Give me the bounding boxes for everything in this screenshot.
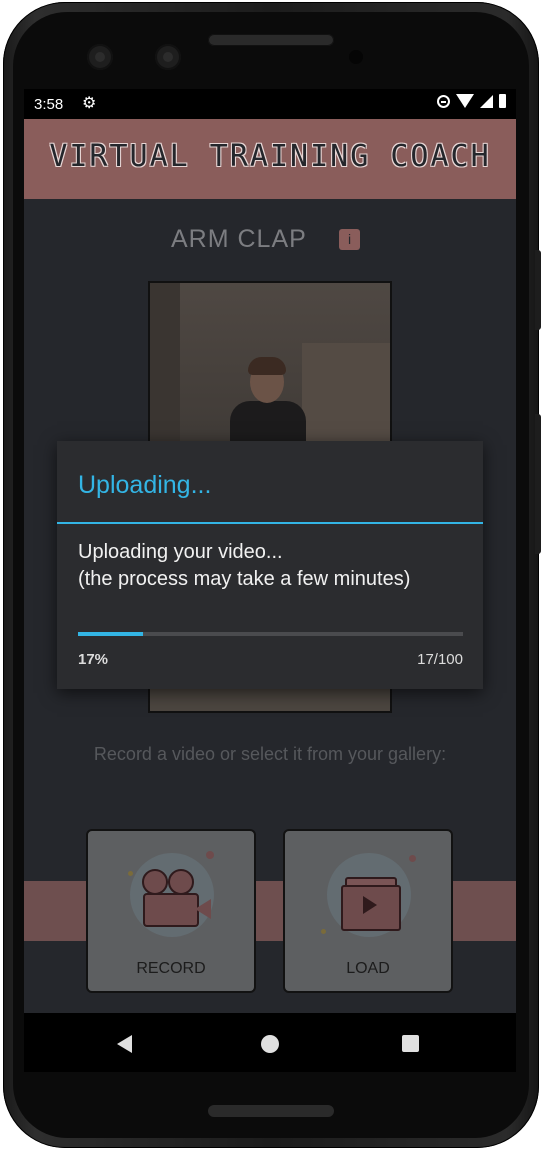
dialog-message-line2: (the process may take a few minutes) <box>78 568 411 590</box>
decor-dot <box>128 871 133 876</box>
film-reel-icon <box>142 869 168 895</box>
do-not-disturb-icon <box>437 94 450 108</box>
home-icon[interactable] <box>261 1035 279 1053</box>
volume-button <box>535 250 541 330</box>
dialog-title: Uploading... <box>78 471 212 499</box>
progress-bar <box>78 632 463 636</box>
decor-dot <box>409 855 416 862</box>
app-title: VIRTUAL TRAINING COACH <box>49 139 491 174</box>
record-button-label: RECORD <box>136 960 206 977</box>
video-person-hair <box>248 357 286 375</box>
progress-count: 17/100 <box>417 651 463 668</box>
decor-dot <box>206 851 214 859</box>
recents-icon[interactable] <box>402 1035 419 1052</box>
screen: 3:58 ⚙ VIRTUAL TRAINING COACH ARM CLAP i… <box>24 89 516 1072</box>
gear-icon: ⚙ <box>82 95 97 112</box>
power-button <box>535 414 541 554</box>
video-camera-icon <box>143 893 199 927</box>
app-header: VIRTUAL TRAINING COACH <box>24 119 516 199</box>
dialog-message: Uploading your video... (the process may… <box>78 539 478 593</box>
progress-percent: 17% <box>78 651 109 668</box>
load-button[interactable]: LOAD <box>283 829 453 993</box>
status-bar: 3:58 ⚙ <box>24 89 516 119</box>
instruction-text: Record a video or select it from your ga… <box>93 744 447 764</box>
navigation-bar <box>24 1013 516 1072</box>
bottom-speaker <box>208 1105 334 1117</box>
progress-bar-fill <box>78 632 144 636</box>
play-icon <box>363 896 377 914</box>
signal-icon <box>480 94 493 108</box>
battery-icon <box>499 94 506 108</box>
camera-lens-icon <box>195 899 211 919</box>
status-time: 3:58 <box>34 96 64 113</box>
wifi-icon <box>456 94 474 108</box>
dialog-divider <box>57 522 483 524</box>
front-camera-icon <box>87 44 113 70</box>
load-button-label: LOAD <box>346 960 390 977</box>
exercise-title: ARM CLAP <box>171 225 307 253</box>
dialog-message-line1: Uploading your video... <box>78 541 283 563</box>
decor-dot <box>321 929 326 934</box>
proximity-sensor <box>349 50 363 64</box>
status-icons <box>437 94 506 108</box>
info-icon[interactable]: i <box>339 229 360 250</box>
front-camera-icon <box>155 44 181 70</box>
back-icon[interactable] <box>117 1035 132 1053</box>
earpiece-speaker <box>208 34 334 46</box>
record-button[interactable]: RECORD <box>86 829 256 993</box>
upload-progress-dialog: Uploading... Uploading your video... (th… <box>57 441 483 689</box>
film-reel-icon <box>168 869 194 895</box>
